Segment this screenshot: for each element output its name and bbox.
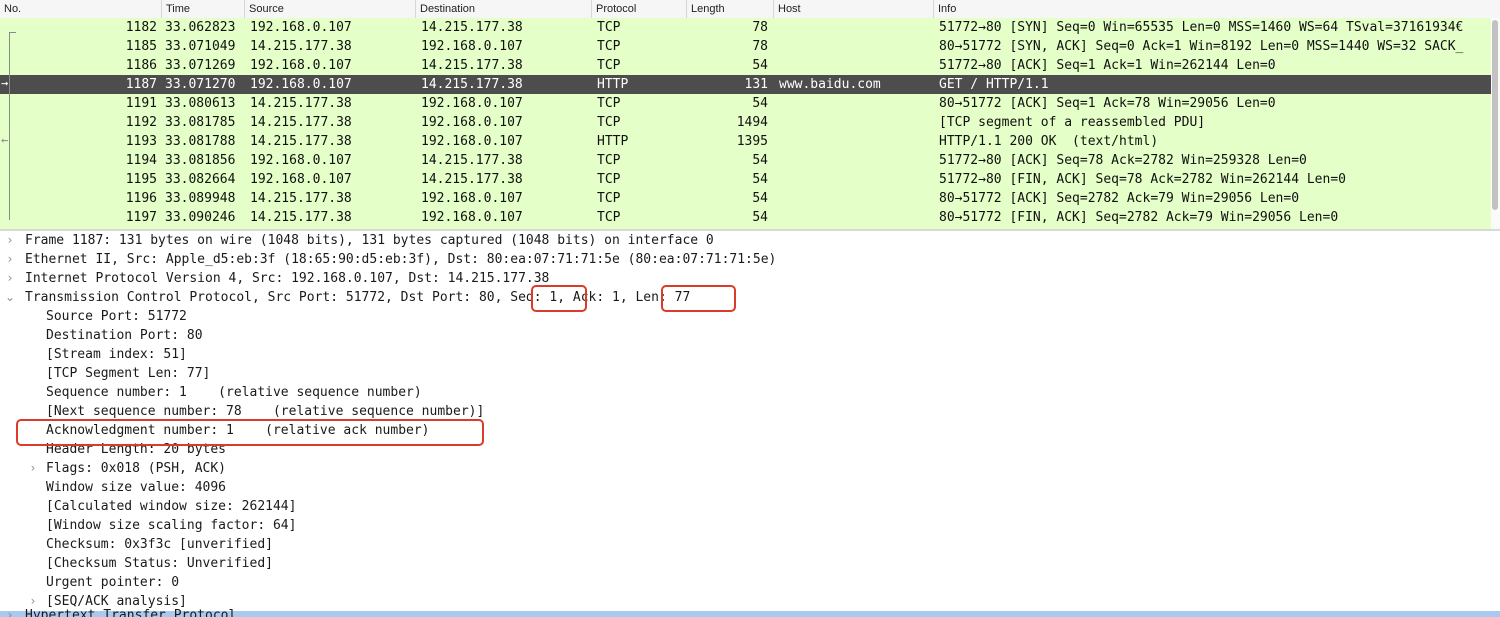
packet-row[interactable]: 1193 33.081788 14.215.177.38 192.168.0.1… <box>0 132 1500 151</box>
packet-info: [TCP segment of a reassembled PDU] <box>939 115 1206 130</box>
column-header-protocol[interactable]: Protocol <box>592 0 687 18</box>
packet-length: 54 <box>752 153 768 168</box>
packet-length: 78 <box>752 20 768 35</box>
tcp-checksum[interactable]: Checksum: 0x3f3c [unverified] <box>46 535 273 554</box>
packet-row[interactable]: 1192 33.081785 14.215.177.38 192.168.0.1… <box>0 113 1500 132</box>
annotation-box-ack <box>16 419 484 446</box>
tree-item-tcp[interactable]: Transmission Control Protocol, Src Port:… <box>25 288 690 307</box>
tree-item-frame[interactable]: Frame 1187: 131 bytes on wire (1048 bits… <box>25 231 714 250</box>
tcp-sequence-number[interactable]: Sequence number: 1 (relative sequence nu… <box>46 383 422 402</box>
packet-row[interactable]: 1197 33.090246 14.215.177.38 192.168.0.1… <box>0 208 1500 227</box>
packet-length: 54 <box>752 191 768 206</box>
packet-length: 54 <box>752 210 768 225</box>
tcp-flags[interactable]: Flags: 0x018 (PSH, ACK) <box>46 459 226 478</box>
chevron-down-icon[interactable]: ⌄ <box>4 288 16 307</box>
packet-length: 78 <box>752 39 768 54</box>
packet-info: 80→51772 [SYN, ACK] Seq=0 Ack=1 Win=8192… <box>939 39 1464 54</box>
packet-list-scrollbar[interactable] <box>1491 18 1500 230</box>
chevron-right-icon[interactable]: › <box>4 231 16 250</box>
column-header-host[interactable]: Host <box>774 0 934 18</box>
scrollbar-thumb[interactable] <box>1492 20 1498 210</box>
packet-row[interactable]: 1195 33.082664 192.168.0.107 14.215.177.… <box>0 170 1500 189</box>
packet-length: 54 <box>752 96 768 111</box>
packet-length: 1494 <box>736 115 768 130</box>
packet-length: 54 <box>752 172 768 187</box>
packet-row[interactable]: 1186 33.071269 192.168.0.107 14.215.177.… <box>0 56 1500 75</box>
packet-row[interactable]: 1185 33.071049 14.215.177.38 192.168.0.1… <box>0 37 1500 56</box>
tree-item-ethernet[interactable]: Ethernet II, Src: Apple_d5:eb:3f (18:65:… <box>25 250 776 269</box>
packet-length: 131 <box>744 77 768 92</box>
packet-list-header: No. Time Source Destination Protocol Len… <box>0 0 1500 19</box>
conversation-bracket-line <box>9 32 10 220</box>
chevron-right-icon[interactable]: › <box>4 269 16 288</box>
tcp-source-port[interactable]: Source Port: 51772 <box>46 307 187 326</box>
tree-item-ip[interactable]: Internet Protocol Version 4, Src: 192.16… <box>25 269 549 288</box>
packet-length: 1395 <box>736 134 768 149</box>
tcp-segment-len[interactable]: [TCP Segment Len: 77] <box>46 364 210 383</box>
packet-row[interactable]: 1182 33.062823 192.168.0.107 14.215.177.… <box>0 18 1500 37</box>
packet-info: 80→51772 [ACK] Seq=1 Ack=78 Win=29056 Le… <box>939 96 1276 111</box>
annotation-box-len <box>661 285 736 312</box>
packet-row[interactable]: 1196 33.089948 14.215.177.38 192.168.0.1… <box>0 189 1500 208</box>
column-header-no[interactable]: No. <box>0 0 162 18</box>
chevron-right-icon[interactable]: › <box>4 250 16 269</box>
tree-item-http[interactable]: Hypertext Transfer Protocol <box>25 606 236 617</box>
packet-info: 80→51772 [FIN, ACK] Seq=2782 Ack=79 Win=… <box>939 210 1339 225</box>
packet-info: 80→51772 [ACK] Seq=2782 Ack=79 Win=29056… <box>939 191 1300 206</box>
column-header-length[interactable]: Length <box>687 0 774 18</box>
chevron-right-icon[interactable]: › <box>4 606 16 617</box>
packet-row[interactable]: 1194 33.081856 192.168.0.107 14.215.177.… <box>0 151 1500 170</box>
packet-details-tree[interactable]: › Frame 1187: 131 bytes on wire (1048 bi… <box>0 231 1500 617</box>
tcp-stream-index[interactable]: [Stream index: 51] <box>46 345 187 364</box>
packet-info: GET / HTTP/1.1 <box>939 77 1049 92</box>
response-arrow-icon: ← <box>1 133 9 147</box>
packet-row-selected[interactable]: 1187 33.071270 192.168.0.107 14.215.177.… <box>0 75 1500 94</box>
packet-length: 54 <box>752 58 768 73</box>
packet-info: 51772→80 [ACK] Seq=1 Ack=1 Win=262144 Le… <box>939 58 1276 73</box>
request-arrow-icon: → <box>1 76 9 90</box>
column-header-source[interactable]: Source <box>245 0 416 18</box>
packet-info: 51772→80 [SYN] Seq=0 Win=65535 Len=0 MSS… <box>939 20 1464 35</box>
column-header-destination[interactable]: Destination <box>416 0 592 18</box>
tcp-window-scaling[interactable]: [Window size scaling factor: 64] <box>46 516 296 535</box>
tcp-window-size[interactable]: Window size value: 4096 <box>46 478 226 497</box>
packet-info: 51772→80 [FIN, ACK] Seq=78 Ack=2782 Win=… <box>939 172 1346 187</box>
packet-rows: 1182 33.062823 192.168.0.107 14.215.177.… <box>0 18 1500 227</box>
tcp-destination-port[interactable]: Destination Port: 80 <box>46 326 203 345</box>
column-header-info[interactable]: Info <box>934 0 1500 18</box>
tcp-urgent-pointer[interactable]: Urgent pointer: 0 <box>46 573 179 592</box>
column-header-time[interactable]: Time <box>162 0 245 18</box>
packet-info: 51772→80 [ACK] Seq=78 Ack=2782 Win=25932… <box>939 153 1307 168</box>
tcp-calculated-window[interactable]: [Calculated window size: 262144] <box>46 497 296 516</box>
packet-list[interactable]: No. Time Source Destination Protocol Len… <box>0 0 1500 230</box>
packet-host: www.baidu.com <box>779 77 881 92</box>
packet-info: HTTP/1.1 200 OK (text/html) <box>939 134 1159 149</box>
chevron-right-icon[interactable]: › <box>27 459 39 478</box>
annotation-box-seq <box>531 285 587 312</box>
conversation-bracket-start <box>9 32 16 33</box>
packet-row[interactable]: 1191 33.080613 14.215.177.38 192.168.0.1… <box>0 94 1500 113</box>
tcp-checksum-status[interactable]: [Checksum Status: Unverified] <box>46 554 273 573</box>
